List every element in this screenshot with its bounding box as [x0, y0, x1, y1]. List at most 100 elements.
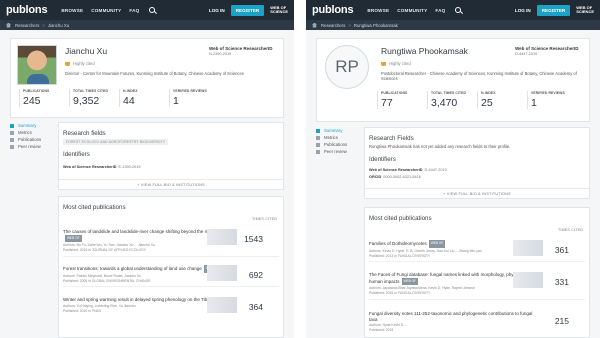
- identifier-wos: Web of Science ResearcherID E-1390-2019: [63, 165, 141, 169]
- breadcrumb: Researchers > Rungtiwa Phookamsak: [306, 20, 600, 30]
- research-fields-title: Research Fields: [369, 135, 414, 142]
- divider: [369, 298, 585, 300]
- web-of-science-logo[interactable]: WEB OF SCIENCE: [576, 5, 594, 15]
- sidenav-summary[interactable]: Summary: [316, 127, 360, 134]
- times-cited-header: TIMES CITED: [558, 228, 583, 232]
- times-cited-header: TIMES CITED: [252, 217, 277, 221]
- avatar-initials: RP: [325, 45, 369, 89]
- publication-item: Families of Dothideomycetes WEB OF Author…: [369, 240, 585, 263]
- sidenav-publications[interactable]: Publications: [316, 141, 360, 148]
- divider: [63, 255, 279, 257]
- nav-community[interactable]: COMMUNITY: [91, 8, 121, 13]
- metric-times-cited[interactable]: TOTAL TIMES CITED 9,352: [69, 89, 115, 107]
- no-research-fields-text: Rungtiwa Phookamsak has not yet added an…: [369, 144, 511, 149]
- wos-title: Web of Science ResearcherID: [515, 46, 579, 51]
- search-icon[interactable]: [455, 7, 462, 13]
- citation-bar: [207, 229, 237, 245]
- peer-review-icon: [10, 144, 14, 149]
- research-card: Research Fields Rungtiwa Phookamsak has …: [364, 127, 590, 199]
- home-icon[interactable]: [312, 22, 317, 28]
- publications-icon: [316, 142, 320, 147]
- publication-item: Fungal diversity notes 111-252-taxonomic…: [369, 311, 585, 333]
- top-nav: publons BROWSE COMMUNITY FAQ LOG IN REGI…: [306, 0, 600, 20]
- citation-bar: [207, 265, 237, 281]
- citation-bar: [207, 297, 237, 313]
- metric-verified-reviews[interactable]: VERIFIED REVIEWS 1: [527, 91, 573, 109]
- metric-h-index[interactable]: H-INDEX 44: [119, 89, 165, 107]
- citation-bar: [513, 272, 543, 288]
- metric-times-cited[interactable]: TOTAL TIMES CITED 3,470: [427, 91, 473, 109]
- view-full-bio-button[interactable]: + VIEW FULL BIO & INSTITUTIONS: [365, 188, 589, 198]
- breadcrumb-separator: >: [348, 22, 351, 28]
- sidenav-peer-review[interactable]: Peer review: [10, 143, 54, 150]
- login-button[interactable]: LOG IN: [209, 8, 225, 13]
- breadcrumb-researchers[interactable]: Researchers: [321, 23, 345, 28]
- publication-title[interactable]: Fungal diversity notes 111-252-taxonomic…: [369, 311, 532, 322]
- publication-authors: Authors: Hyde Kevin D ...: [369, 323, 408, 327]
- metric-publications[interactable]: PUBLICATIONS 245: [19, 89, 65, 107]
- wos-id[interactable]: N-2390-2019: [209, 52, 277, 56]
- publication-title[interactable]: Families of Dothideomycetes: [369, 241, 427, 246]
- most-cited-card: Most cited publications TIMES CITED Fami…: [364, 207, 590, 338]
- left-profile-screenshot: publons BROWSE COMMUNITY FAQ LOG IN REGI…: [0, 0, 294, 338]
- citation-bar: [513, 240, 543, 256]
- sidenav-summary[interactable]: Summary: [10, 122, 54, 129]
- wos-id[interactable]: D-4447-2019: [515, 52, 583, 56]
- trophy-icon: [381, 61, 386, 66]
- highly-cited-badge: Highly cited: [381, 61, 411, 66]
- metrics-row: PUBLICATIONS 77 TOTAL TIMES CITED 3,470 H-…: [377, 91, 577, 109]
- metrics-icon: [10, 130, 14, 135]
- nav-faq[interactable]: FAQ: [435, 8, 445, 13]
- nav-browse[interactable]: BROWSE: [61, 8, 83, 13]
- sidenav-peer-review[interactable]: Peer review: [316, 148, 360, 155]
- publication-item: Winter and spring warming result in dela…: [63, 297, 279, 313]
- nav-browse[interactable]: BROWSE: [367, 8, 389, 13]
- breadcrumb-separator: >: [42, 22, 45, 28]
- publication-published: Published: 2019 in JOURNAL OF APPLIED EC…: [63, 248, 146, 253]
- sidenav-metrics[interactable]: Metrics: [316, 134, 360, 141]
- search-icon[interactable]: [149, 7, 156, 13]
- login-button[interactable]: LOG IN: [515, 8, 531, 13]
- publication-title[interactable]: Forest transitions: towards a global und…: [63, 266, 202, 271]
- wos-title: Web of Science ResearcherID: [209, 46, 273, 51]
- breadcrumb-current: Jianchu Xu: [47, 22, 70, 28]
- identifiers-title: Identifiers: [369, 156, 396, 163]
- publons-logo[interactable]: publons: [312, 4, 354, 16]
- affiliation: Director - Center for Mountain Futures, …: [65, 71, 244, 76]
- view-full-bio-button[interactable]: + VIEW FULL BIO & INSTITUTIONS: [59, 179, 283, 189]
- nav-community[interactable]: COMMUNITY: [397, 8, 427, 13]
- summary-icon: [10, 123, 14, 128]
- wos-researcherid: Web of Science ResearcherID D-4447-2019: [515, 46, 583, 56]
- research-fields-title: Research fields: [63, 130, 106, 137]
- screenshot-divider: [294, 0, 306, 338]
- citation-count: 331: [554, 277, 569, 287]
- breadcrumb-researchers[interactable]: Researchers: [15, 23, 39, 28]
- sidenav-metrics[interactable]: Metrics: [10, 129, 54, 136]
- research-field-tag[interactable]: FOREST ECOLOGY AND AGROFORESTRY BIODIVER…: [63, 139, 169, 145]
- home-icon[interactable]: [6, 22, 11, 28]
- screenshot-composite: publons BROWSE COMMUNITY FAQ LOG IN REGI…: [0, 0, 600, 338]
- web-of-science-logo[interactable]: WEB OF SCIENCE: [270, 5, 288, 15]
- publication-item: Forest transitions: towards a global und…: [63, 265, 279, 288]
- metric-publications[interactable]: PUBLICATIONS 77: [377, 91, 423, 109]
- wos-researcherid: Web of Science ResearcherID N-2390-2019: [209, 46, 277, 56]
- nav-faq[interactable]: FAQ: [129, 8, 139, 13]
- wos-tag: WEB OF: [65, 234, 82, 242]
- breadcrumb: Researchers > Jianchu Xu: [0, 20, 294, 30]
- right-profile-screenshot: publons BROWSE COMMUNITY FAQ LOG IN REGI…: [306, 0, 600, 338]
- side-nav: Summary Metrics Publications Peer review: [10, 122, 54, 150]
- publication-title[interactable]: The causes of landslide and landslide-ri…: [63, 229, 217, 234]
- citation-count: 361: [554, 245, 569, 255]
- publication-item: The causes of landslide and landslide-ri…: [63, 229, 279, 257]
- metric-verified-reviews[interactable]: VERIFIED REVIEWS 1: [169, 89, 215, 107]
- metric-h-index[interactable]: H-INDEX 25: [477, 91, 523, 109]
- publication-title[interactable]: The Faces of Fungi database: fungal name…: [369, 272, 536, 283]
- citation-count: 692: [248, 270, 263, 280]
- peer-review-icon: [316, 149, 320, 154]
- citation-count: 1543: [244, 234, 263, 244]
- sidenav-publications[interactable]: Publications: [10, 136, 54, 143]
- register-button[interactable]: REGISTER: [230, 4, 265, 16]
- wos-tag: WEB OF: [401, 277, 419, 285]
- register-button[interactable]: REGISTER: [536, 4, 571, 16]
- publons-logo[interactable]: publons: [6, 4, 48, 16]
